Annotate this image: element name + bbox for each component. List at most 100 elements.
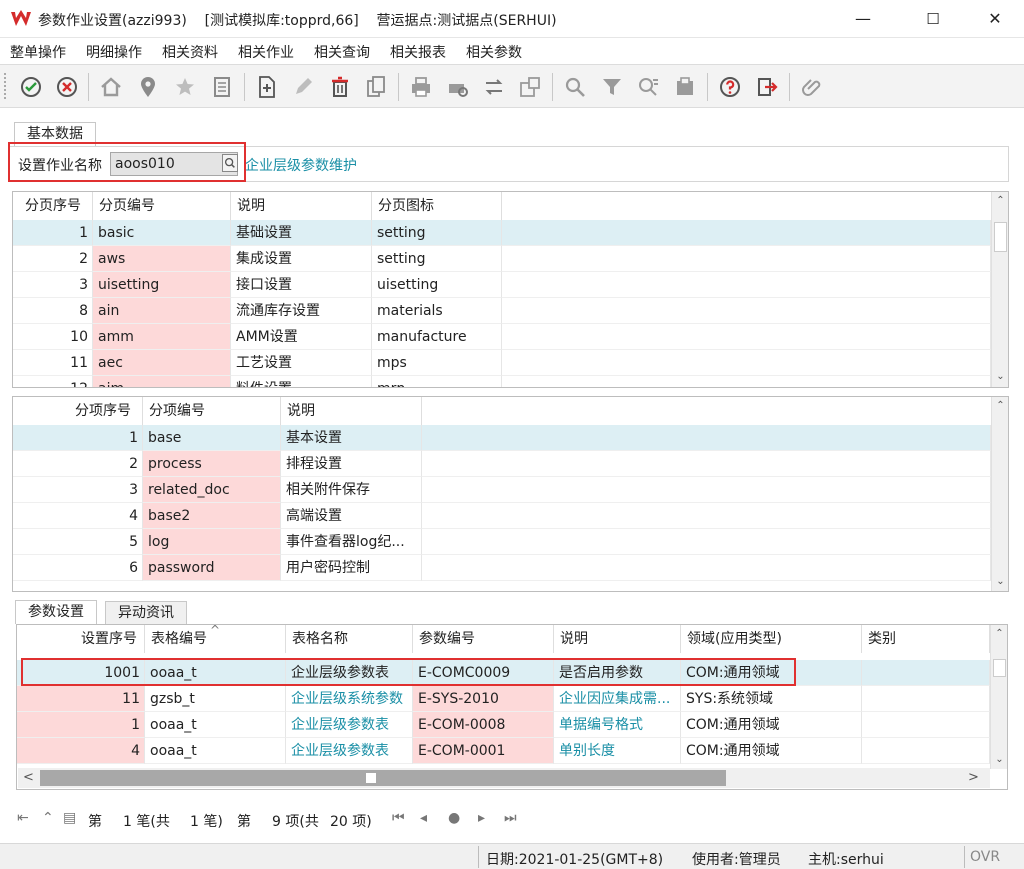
param-grid-scrollbar[interactable]: ⌃ ⌄ xyxy=(990,625,1007,769)
grid1-cell[interactable]: ain xyxy=(93,298,231,324)
grid2-cell[interactable]: 2 xyxy=(13,451,143,477)
menu-related-jobs[interactable]: 相关作业 xyxy=(238,42,294,62)
menu-related-data[interactable]: 相关资料 xyxy=(162,42,218,62)
grid3-cell[interactable]: 1 xyxy=(17,712,145,738)
document-list-icon[interactable] xyxy=(208,73,236,101)
navigate-first-record-icon[interactable]: ⇤ xyxy=(17,810,29,826)
grid3-cell[interactable]: 企业层级参数表 xyxy=(286,738,413,764)
grid2-cell[interactable]: 基本设置 xyxy=(281,425,422,451)
home-icon[interactable] xyxy=(97,73,125,101)
grid1-cell[interactable]: materials xyxy=(372,298,502,324)
grid3-cell[interactable]: ooaa_t xyxy=(145,712,286,738)
minimize-button[interactable]: — xyxy=(840,0,886,38)
grid1-cell[interactable]: 2 xyxy=(13,246,93,272)
grid2-cell[interactable]: related_doc xyxy=(143,477,281,503)
delete-trash-icon[interactable] xyxy=(326,73,354,101)
maximize-button[interactable]: ☐ xyxy=(910,0,956,38)
enterprise-param-link[interactable]: 企业层级参数维护 xyxy=(245,155,357,175)
grid3-cell[interactable]: gzsb_t xyxy=(145,686,286,712)
grid3-cell[interactable]: 4 xyxy=(17,738,145,764)
grid3-cell[interactable]: 企业层级系统参数 xyxy=(286,686,413,712)
close-button[interactable]: ✕ xyxy=(972,0,1018,38)
grid1-cell[interactable]: 1 xyxy=(13,220,93,246)
grid3-cell[interactable] xyxy=(862,712,990,738)
grid1-cell[interactable]: amm xyxy=(93,324,231,350)
grid3-cell[interactable]: E-COM-0008 xyxy=(413,712,554,738)
print-icon[interactable] xyxy=(407,73,435,101)
attachment-icon[interactable] xyxy=(798,73,826,101)
grid1-cell[interactable]: uisetting xyxy=(372,272,502,298)
confirm-icon[interactable] xyxy=(17,73,45,101)
tab-param-settings[interactable]: 参数设置 xyxy=(15,600,97,624)
grid3-cell[interactable]: SYS:系统领域 xyxy=(681,686,862,712)
scroll-down-arrow[interactable]: ⌄ xyxy=(992,368,1008,385)
grid3-cell[interactable]: 11 xyxy=(17,686,145,712)
grid3-cell[interactable]: 企业层级参数表 xyxy=(286,712,413,738)
menu-related-query[interactable]: 相关查询 xyxy=(314,42,370,62)
scroll-thumb[interactable] xyxy=(993,659,1006,677)
grid1-cell[interactable]: 11 xyxy=(13,350,93,376)
menu-related-reports[interactable]: 相关报表 xyxy=(390,42,446,62)
hscroll-thumb[interactable] xyxy=(40,770,726,786)
col-header-domain[interactable]: 领域(应用类型) xyxy=(681,625,862,653)
print-preview-icon[interactable] xyxy=(444,73,472,101)
grid1-cell[interactable]: aec xyxy=(93,350,231,376)
location-pin-icon[interactable] xyxy=(134,73,162,101)
scroll-left-arrow[interactable]: < xyxy=(23,770,34,785)
scroll-down-arrow[interactable]: ⌄ xyxy=(991,751,1007,768)
scroll-thumb[interactable] xyxy=(994,222,1007,252)
grid1-cell[interactable]: 3 xyxy=(13,272,93,298)
current-page-dot-icon[interactable]: ● xyxy=(448,810,460,826)
search-icon[interactable] xyxy=(561,73,589,101)
col-header-page-code[interactable]: 分页编号 xyxy=(93,192,231,220)
grid1-cell[interactable]: aws xyxy=(93,246,231,272)
grid1-cell[interactable]: manufacture xyxy=(372,324,502,350)
col-header-param-code[interactable]: 参数编号 xyxy=(413,625,554,653)
grid3-cell[interactable]: E-SYS-2010 xyxy=(413,686,554,712)
star-icon[interactable] xyxy=(171,73,199,101)
grid2-cell[interactable]: 相关附件保存 xyxy=(281,477,422,503)
col-header-category[interactable]: 类别 xyxy=(862,625,990,653)
export-icon[interactable] xyxy=(516,73,544,101)
scroll-up-arrow[interactable]: ⌃ xyxy=(992,192,1008,209)
grid1-cell[interactable]: basic xyxy=(93,220,231,246)
grid3-cell[interactable]: 企业因应集成需... xyxy=(554,686,681,712)
new-document-icon[interactable] xyxy=(253,73,281,101)
exit-icon[interactable] xyxy=(753,73,781,101)
grid1-cell[interactable]: 10 xyxy=(13,324,93,350)
grid3-cell[interactable] xyxy=(862,738,990,764)
grid2-cell[interactable]: base xyxy=(143,425,281,451)
next-page-icon[interactable]: ▸ xyxy=(478,810,485,826)
grid1-cell[interactable]: setting xyxy=(372,246,502,272)
previous-page-icon[interactable]: ◂ xyxy=(420,810,427,826)
scroll-down-arrow[interactable]: ⌄ xyxy=(992,573,1008,590)
grid2-cell[interactable]: base2 xyxy=(143,503,281,529)
grid1-cell[interactable]: 12 xyxy=(13,376,93,387)
grid2-cell[interactable]: 4 xyxy=(13,503,143,529)
page-grid-scrollbar[interactable]: ⌃ ⌄ xyxy=(991,192,1008,387)
param-grid-hscrollbar[interactable]: < > xyxy=(18,768,990,788)
scroll-right-arrow[interactable]: > xyxy=(968,770,979,785)
cancel-icon[interactable] xyxy=(53,73,81,101)
grid3-cell[interactable] xyxy=(862,686,990,712)
col-header-item-code[interactable]: 分项编号 xyxy=(143,397,281,425)
grid2-cell[interactable]: password xyxy=(143,555,281,581)
menu-related-params[interactable]: 相关参数 xyxy=(466,42,522,62)
grid1-cell[interactable]: mrp xyxy=(372,376,502,387)
grid2-cell[interactable]: 6 xyxy=(13,555,143,581)
collapse-up-icon[interactable]: ⌃ xyxy=(42,810,54,826)
last-page-icon[interactable]: ⏭ xyxy=(504,810,517,826)
grid3-cell[interactable] xyxy=(862,660,990,686)
col-header-item-desc[interactable]: 说明 xyxy=(281,397,422,425)
copy-icon[interactable] xyxy=(362,73,390,101)
col-header-table-name[interactable]: 表格名称 xyxy=(286,625,413,653)
exchange-icon[interactable] xyxy=(480,73,508,101)
grid1-cell[interactable]: 8 xyxy=(13,298,93,324)
grid3-cell[interactable]: ooaa_t xyxy=(145,738,286,764)
grid2-cell[interactable]: log xyxy=(143,529,281,555)
grid1-cell[interactable]: uisetting xyxy=(93,272,231,298)
grid2-cell[interactable]: 事件查看器log纪... xyxy=(281,529,422,555)
grid3-cell[interactable]: COM:通用领域 xyxy=(681,738,862,764)
filter-icon[interactable] xyxy=(598,73,626,101)
grid1-cell[interactable]: setting xyxy=(372,220,502,246)
